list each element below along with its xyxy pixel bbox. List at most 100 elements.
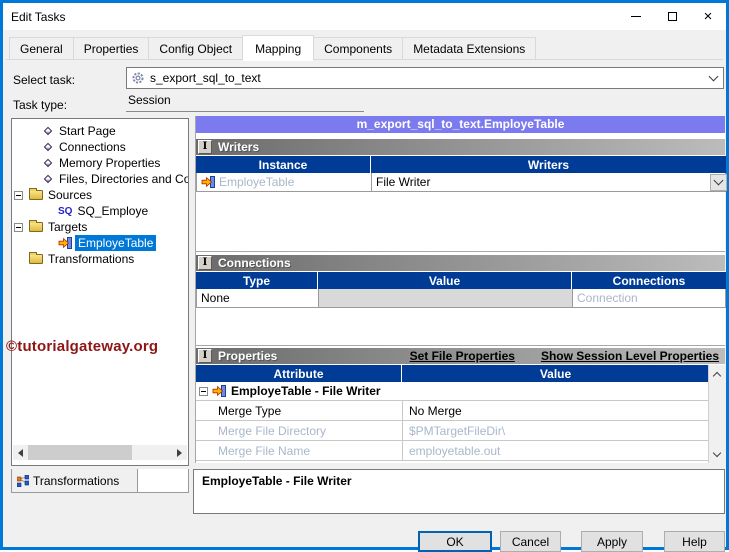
set-file-properties-link[interactable]: Set File Properties [410,349,515,363]
navigator-tree: Start Page Connections Memory Properties… [12,123,188,267]
attribute-name: Merge File Name [218,443,311,458]
collapse-minus-icon[interactable] [14,222,23,232]
tab-config-object[interactable]: Config Object [148,37,244,60]
connections-table-row: None Connection [196,289,726,308]
cancel-button[interactable]: Cancel [500,531,561,552]
tab-components[interactable]: Components [313,37,404,60]
task-type-field[interactable]: Session [126,93,364,112]
writers-section-header: I Writers [196,139,725,155]
maximize-button[interactable] [654,3,690,30]
session-navigator-panel: Start Page Connections Memory Properties… [11,118,189,466]
maximize-icon [667,12,677,21]
show-session-level-properties-link[interactable]: Show Session Level Properties [541,349,719,363]
tree-item-sq-employe[interactable]: SQ SQ_Employe [12,203,188,219]
folder-icon [29,188,43,200]
scroll-left-arrow[interactable] [13,445,28,460]
apply-button[interactable]: Apply [581,531,643,552]
source-qualifier-icon: SQ [58,205,73,217]
watermark-text: ©tutorialgateway.org [6,338,159,355]
tabstrip: General Properties Config Object Mapping… [9,35,537,61]
diamond-icon [43,142,54,153]
transformations-tab[interactable]: Transformations [12,469,138,492]
description-box: EmployeTable - File Writer [193,469,725,514]
section-collapse-icon[interactable]: I [198,256,212,270]
task-type-label: Task type: [13,98,68,112]
window-title: Edit Tasks [11,9,66,24]
select-task-label: Select task: [13,73,76,87]
instance-name: EmployeTable [219,175,295,189]
column-header-type: Type [196,272,318,289]
session-gear-icon [132,72,144,84]
property-row-merge-type[interactable]: Merge Type No Merge [196,401,709,421]
properties-table: Attribute Value EmployeTable - File Writ… [196,365,709,461]
collapse-minus-icon[interactable] [14,190,23,200]
group-title: EmployeTable - File Writer [231,384,381,398]
tree-item-files-directories[interactable]: Files, Directories and Com [12,171,188,187]
connection-value-cell [319,289,573,307]
scroll-down-arrow[interactable] [709,446,725,462]
help-button[interactable]: Help [664,531,725,552]
diamond-icon [43,158,54,169]
tree-item-transformations[interactable]: Transformations [12,251,188,267]
tree-item-sources[interactable]: Sources [12,187,188,203]
folder-icon [29,252,43,264]
connection-type-cell[interactable]: None [197,289,319,307]
transformations-tab-label: Transformations [33,473,120,488]
ok-button[interactable]: OK [418,531,492,552]
close-button[interactable]: × [690,3,726,30]
properties-table-header: Attribute Value [196,365,709,382]
column-header-writers: Writers [527,157,570,172]
properties-group-row[interactable]: EmployeTable - File Writer [196,382,709,401]
connections-table-header: Type Value Connections [196,272,726,289]
tree-item-employetable[interactable]: EmployeTable [12,235,188,251]
diamond-icon [43,174,54,185]
connections-section-title: Connections [218,256,291,270]
tab-properties[interactable]: Properties [72,37,150,60]
navigator-horizontal-scrollbar[interactable] [13,445,187,460]
property-row-merge-file-directory: Merge File Directory $PMTargetFileDir\ [196,421,709,441]
connections-section-header: I Connections [196,255,725,271]
tree-item-start-page[interactable]: Start Page [12,123,188,139]
property-row-merge-file-name: Merge File Name employetable.out [196,441,709,461]
target-icon [212,385,226,397]
writer-dropdown-cell[interactable]: File Writer [372,173,727,191]
scrollbar-thumb[interactable] [28,445,132,460]
minimize-button[interactable] [618,3,654,30]
tree-item-targets[interactable]: Targets [12,219,188,235]
connection-name-cell[interactable]: Connection [573,289,727,307]
attribute-value[interactable]: No Merge [402,401,709,420]
transformations-icon [17,474,29,487]
section-collapse-icon[interactable]: I [198,349,212,363]
properties-vertical-scrollbar[interactable] [708,365,725,463]
scroll-up-arrow[interactable] [709,366,725,382]
section-collapse-icon[interactable]: I [198,140,212,154]
section-divider [196,345,725,346]
tab-general[interactable]: General [9,37,74,60]
window-controls: × [618,3,726,30]
collapse-minus-icon[interactable] [199,386,208,396]
properties-links: Set File Properties Show Session Level P… [410,349,725,363]
description-text: EmployeTable - File Writer [202,474,352,488]
attribute-name: Merge Type [218,403,282,418]
select-task-value: s_export_sql_to_text [150,71,261,85]
tab-metadata-extensions[interactable]: Metadata Extensions [402,37,537,60]
column-header-value: Value [539,366,572,381]
writers-section-title: Writers [218,140,260,154]
diamond-icon [43,126,54,137]
scroll-right-arrow[interactable] [172,445,187,460]
column-header-connections: Connections [612,273,686,288]
mapping-target-header: m_export_sql_to_text.EmployeTable [196,116,725,133]
tree-item-memory-properties[interactable]: Memory Properties [12,155,188,171]
chevron-down-icon [713,175,724,186]
folder-icon [29,220,43,232]
writer-dropdown-button[interactable] [710,173,727,191]
connections-table: Type Value Connections None Connection [196,272,726,308]
tree-item-connections[interactable]: Connections [12,139,188,155]
select-task-dropdown[interactable]: s_export_sql_to_text [126,67,724,89]
writers-table-header: Instance Writers [196,156,726,173]
tab-mapping[interactable]: Mapping [242,35,315,61]
target-icon [58,237,72,249]
attribute-value: employetable.out [402,441,709,460]
navigator-bottom-tabstrip: Transformations [11,469,189,493]
column-header-value: Value [318,272,572,289]
